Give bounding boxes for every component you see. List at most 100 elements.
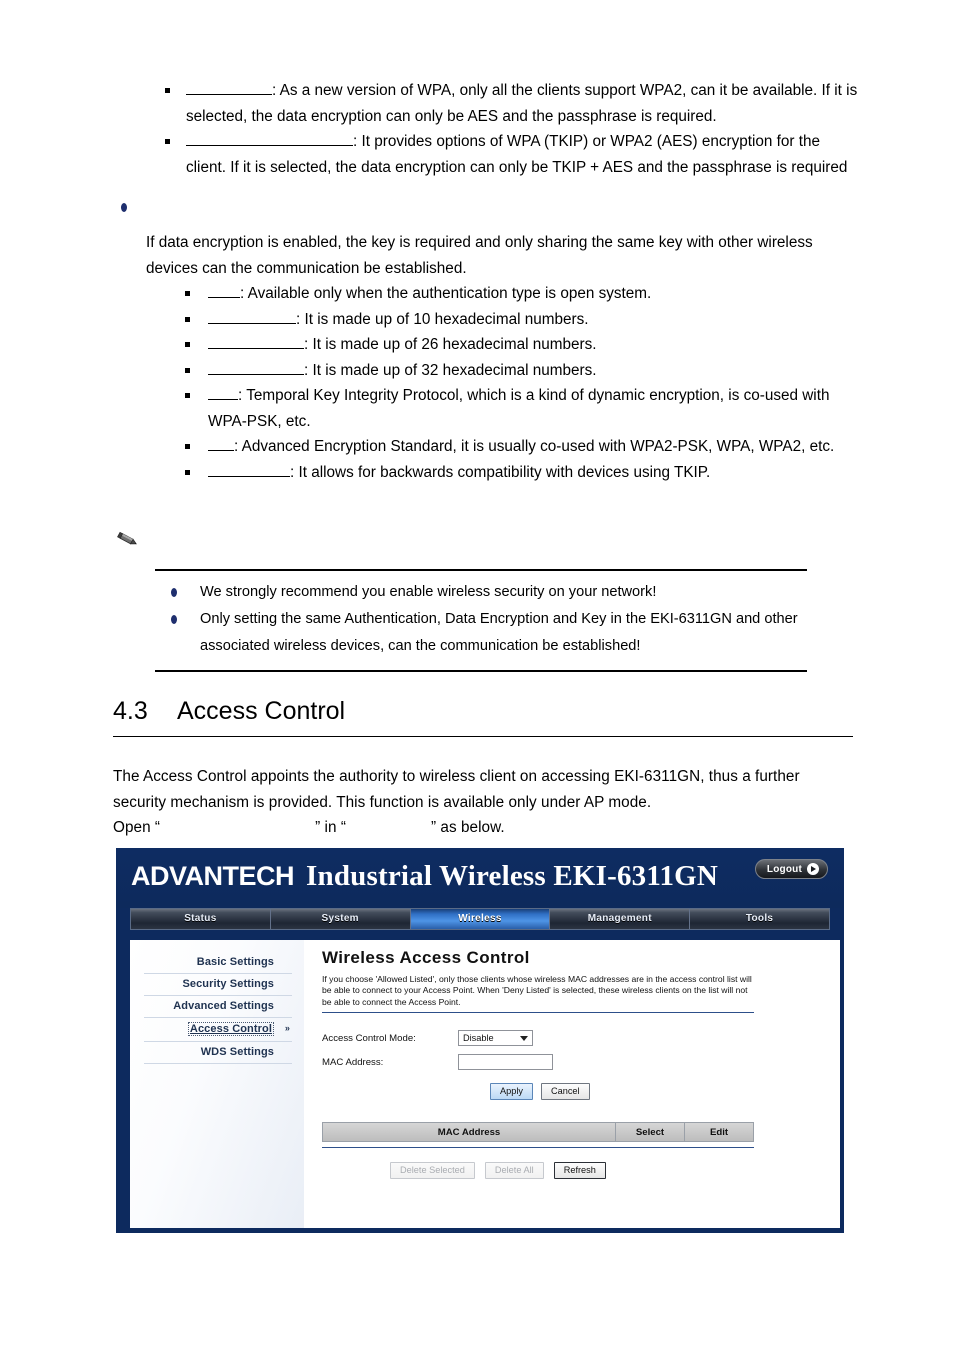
mac-address-table-wrap: MAC Address Select Edit: [322, 1122, 754, 1149]
sidebar-item-access-control[interactable]: Access Control »: [144, 1018, 292, 1042]
apply-button[interactable]: Apply: [490, 1083, 533, 1101]
logout-button[interactable]: Logout: [754, 859, 828, 879]
panel-title: Wireless Access Control: [322, 948, 530, 967]
note-item: We strongly recommend you enable wireles…: [155, 579, 807, 606]
open-mid: ” in “: [315, 819, 346, 836]
wpa-modes-list: : As a new version of WPA, only all the …: [113, 78, 858, 180]
blank-placeholder: [186, 78, 272, 95]
pencil-icon: [114, 527, 140, 553]
section-divider: [113, 736, 853, 737]
panel-description: If you choose 'Allowed Listed', only tho…: [322, 974, 754, 1014]
nav-label: Tools: [745, 913, 774, 924]
note-text: Only setting the same Authentication, Da…: [200, 611, 798, 654]
nav-label: System: [321, 913, 359, 924]
list-item: : Available only when the authentication…: [113, 281, 858, 307]
blank-placeholder: [160, 815, 315, 841]
blank-placeholder: [208, 332, 304, 349]
access-control-form: Access Control Mode: Disable MAC Address…: [322, 1029, 754, 1101]
note-text: We strongly recommend you enable wireles…: [200, 584, 657, 600]
form-actions: Apply Cancel: [322, 1083, 754, 1101]
sidebar-item-label: Security Settings: [182, 978, 274, 990]
brand-lockup: ADVANTECH Industrial Wireless EKI-6311GN: [131, 860, 718, 893]
sidebar-item-wds-settings[interactable]: WDS Settings: [144, 1042, 292, 1064]
section-heading: 4.3 Access Control: [113, 694, 853, 737]
nav-label: Status: [184, 913, 217, 924]
blank-placeholder: [208, 307, 296, 324]
blank-placeholder: [208, 460, 290, 477]
intro-paragraph: The Access Control appoints the authorit…: [113, 768, 800, 811]
chevron-right-icon: »: [284, 1023, 290, 1033]
refresh-label: Refresh: [563, 1165, 596, 1176]
sidebar-item-label: Access Control: [187, 1022, 274, 1036]
sidebar-item-advanced-settings[interactable]: Advanced Settings: [144, 996, 292, 1018]
list-item: : It is made up of 32 hexadecimal number…: [113, 358, 858, 384]
blank-placeholder: [208, 358, 304, 375]
delete-all-button[interactable]: Delete All: [484, 1162, 544, 1180]
delete-selected-label: Delete Selected: [400, 1165, 465, 1176]
product-title: Industrial Wireless EKI-6311GN: [306, 860, 719, 892]
list-item: : Advanced Encryption Standard, it is us…: [113, 434, 858, 460]
list-item-text: : It is made up of 32 hexadecimal number…: [304, 361, 597, 379]
router-body: Basic Settings Security Settings Advance…: [130, 940, 840, 1228]
list-item: : It is made up of 26 hexadecimal number…: [113, 332, 858, 358]
access-control-mode-select[interactable]: Disable: [458, 1030, 533, 1047]
logout-label: Logout: [766, 863, 802, 875]
sidebar-item-basic-settings[interactable]: Basic Settings: [144, 952, 292, 974]
mode-label: Access Control Mode:: [322, 1032, 416, 1044]
sidebar-item-label: Advanced Settings: [173, 1000, 274, 1012]
list-item-text: : It allows for backwards compatibility …: [290, 463, 711, 481]
mac-address-label: MAC Address:: [322, 1056, 384, 1068]
nav-tab-wireless[interactable]: Wireless: [410, 909, 551, 929]
nav-tab-status[interactable]: Status: [131, 909, 271, 929]
open-instruction: Open “ ” in “ ” as below.: [113, 815, 853, 841]
section-title: Access Control: [177, 697, 346, 725]
router-header: ADVANTECH Industrial Wireless EKI-6311GN…: [116, 848, 844, 908]
mac-address-table: MAC Address Select Edit: [322, 1122, 754, 1143]
blank-placeholder: [208, 281, 240, 298]
blank-placeholder: [208, 383, 238, 400]
note-box: We strongly recommend you enable wireles…: [155, 569, 807, 672]
section-number: 4.3: [113, 697, 148, 725]
apply-label: Apply: [500, 1086, 523, 1097]
list-item: : It provides options of WPA (TKIP) or W…: [113, 129, 858, 180]
mac-address-input[interactable]: [458, 1054, 553, 1071]
list-item-text: : Available only when the authentication…: [240, 285, 652, 302]
play-arrow-icon: [807, 863, 819, 875]
wireless-sidebar: Basic Settings Security Settings Advance…: [130, 940, 304, 1228]
nav-tab-management[interactable]: Management: [550, 909, 691, 929]
router-ui-screenshot: ADVANTECH Industrial Wireless EKI-6311GN…: [116, 848, 844, 1233]
access-control-panel: Wireless Access Control If you choose 'A…: [304, 940, 840, 1228]
nav-tab-tools[interactable]: Tools: [690, 909, 829, 929]
note-item: Only setting the same Authentication, Da…: [155, 606, 807, 660]
intro-block: The Access Control appoints the authorit…: [113, 764, 853, 841]
nav-tab-system[interactable]: System: [270, 909, 411, 929]
mode-selected-value: Disable: [463, 1033, 494, 1044]
form-row-mac: MAC Address:: [322, 1053, 754, 1071]
table-header-edit: Edit: [685, 1123, 753, 1142]
blank-placeholder: [186, 129, 353, 146]
chevron-down-icon: [520, 1035, 528, 1041]
cancel-label: Cancel: [550, 1086, 580, 1097]
nav-label: Wireless: [458, 913, 502, 924]
list-item-text: : Temporal Key Integrity Protocol, which…: [208, 387, 830, 430]
form-row-mode: Access Control Mode: Disable: [322, 1029, 754, 1047]
sidebar-item-security-settings[interactable]: Security Settings: [144, 974, 292, 996]
table-actions: Delete Selected Delete All Refresh: [322, 1162, 822, 1180]
list-item: : It is made up of 10 hexadecimal number…: [113, 307, 858, 333]
table-header-select: Select: [616, 1123, 685, 1142]
sidebar-item-label: Basic Settings: [196, 956, 274, 968]
open-prefix: Open “: [113, 819, 161, 836]
top-bullet-section: : As a new version of WPA, only all the …: [113, 78, 858, 485]
key-bullet-marker: [113, 200, 858, 224]
cancel-button[interactable]: Cancel: [540, 1083, 590, 1101]
blank-placeholder: [208, 434, 234, 451]
delete-selected-button[interactable]: Delete Selected: [390, 1162, 475, 1180]
list-item-text: : As a new version of WPA, only all the …: [186, 82, 858, 125]
list-item-text: : It is made up of 26 hexadecimal number…: [304, 336, 597, 353]
main-nav: Status System Wireless Management Tools: [130, 908, 830, 930]
list-item: : Temporal Key Integrity Protocol, which…: [113, 383, 858, 434]
list-item: : As a new version of WPA, only all the …: [113, 78, 858, 129]
blank-placeholder: [346, 815, 431, 841]
list-item-text: : Advanced Encryption Standard, it is us…: [234, 438, 835, 455]
refresh-button[interactable]: Refresh: [553, 1162, 606, 1180]
